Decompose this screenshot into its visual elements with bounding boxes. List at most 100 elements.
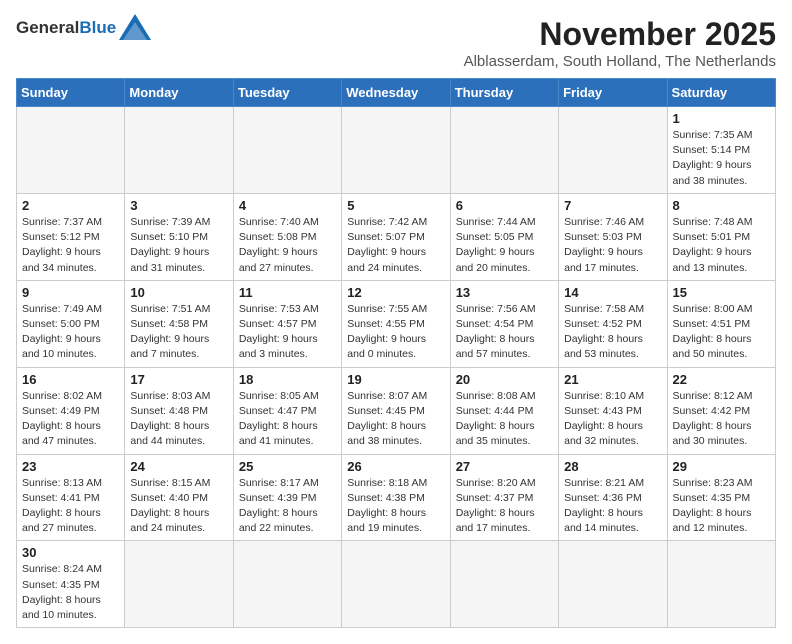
calendar-cell: 5Sunrise: 7:42 AM Sunset: 5:07 PM Daylig…: [342, 193, 450, 280]
calendar-cell: 14 Sunrise: 7:58 AM Sunset: 4:52 PM Dayli…: [559, 280, 667, 367]
day-info: Sunrise: 8:08 AM Sunset: 4:44 PM Dayligh…: [456, 389, 553, 450]
calendar-cell: 19Sunrise: 8:07 AM Sunset: 4:45 PM Dayli…: [342, 367, 450, 454]
calendar-cell: 8 Sunrise: 7:48 AM Sunset: 5:01 PM Daylig…: [667, 193, 775, 280]
logo-icon: [119, 14, 151, 40]
day-info: Sunrise: 7:42 AM Sunset: 5:07 PM Dayligh…: [347, 215, 444, 276]
calendar-cell: 6 Sunrise: 7:44 AM Sunset: 5:05 PM Daylig…: [450, 193, 558, 280]
day-number: 8: [673, 198, 770, 213]
calendar-cell: 11 Sunrise: 7:53 AM Sunset: 4:57 PM Dayli…: [233, 280, 341, 367]
calendar-cell: 20Sunrise: 8:08 AM Sunset: 4:44 PM Dayli…: [450, 367, 558, 454]
calendar-cell: 26Sunrise: 8:18 AM Sunset: 4:38 PM Dayli…: [342, 454, 450, 541]
day-number: 21: [564, 372, 661, 387]
day-info: Sunrise: 8:20 AM Sunset: 4:37 PM Dayligh…: [456, 476, 553, 537]
calendar-cell: [125, 541, 233, 628]
day-info: Sunrise: 7:58 AM Sunset: 4:52 PM Dayligh…: [564, 302, 661, 363]
calendar-cell: 13Sunrise: 7:56 AM Sunset: 4:54 PM Dayli…: [450, 280, 558, 367]
day-info: Sunrise: 7:40 AM Sunset: 5:08 PM Dayligh…: [239, 215, 336, 276]
calendar-cell: 2 Sunrise: 7:37 AM Sunset: 5:12 PM Daylig…: [17, 193, 125, 280]
calendar-cell: 1Sunrise: 7:35 AM Sunset: 5:14 PM Daylig…: [667, 107, 775, 194]
day-info: Sunrise: 8:23 AM Sunset: 4:35 PM Dayligh…: [673, 476, 770, 537]
logo-blue: Blue: [79, 18, 116, 38]
calendar-cell: 25 Sunrise: 8:17 AM Sunset: 4:39 PM Dayli…: [233, 454, 341, 541]
day-number: 26: [347, 459, 444, 474]
day-number: 24: [130, 459, 227, 474]
day-number: 2: [22, 198, 119, 213]
calendar-row-2: 9Sunrise: 7:49 AM Sunset: 5:00 PM Daylig…: [17, 280, 776, 367]
calendar-cell: [667, 541, 775, 628]
day-number: 11: [239, 285, 336, 300]
calendar-cell: 23 Sunrise: 8:13 AM Sunset: 4:41 PM Dayli…: [17, 454, 125, 541]
day-info: Sunrise: 7:55 AM Sunset: 4:55 PM Dayligh…: [347, 302, 444, 363]
day-info: Sunrise: 8:24 AM Sunset: 4:35 PM Dayligh…: [22, 562, 119, 623]
day-info: Sunrise: 8:02 AM Sunset: 4:49 PM Dayligh…: [22, 389, 119, 450]
day-number: 18: [239, 372, 336, 387]
calendar-cell: [233, 107, 341, 194]
day-info: Sunrise: 7:48 AM Sunset: 5:01 PM Dayligh…: [673, 215, 770, 276]
calendar-cell: 12 Sunrise: 7:55 AM Sunset: 4:55 PM Dayli…: [342, 280, 450, 367]
calendar-cell: 17 Sunrise: 8:03 AM Sunset: 4:48 PM Dayli…: [125, 367, 233, 454]
calendar-row-3: 16 Sunrise: 8:02 AM Sunset: 4:49 PM Dayli…: [17, 367, 776, 454]
day-number: 3: [130, 198, 227, 213]
calendar-cell: 30 Sunrise: 8:24 AM Sunset: 4:35 PM Dayli…: [17, 541, 125, 628]
calendar-cell: [559, 541, 667, 628]
calendar-cell: 9Sunrise: 7:49 AM Sunset: 5:00 PM Daylig…: [17, 280, 125, 367]
calendar-cell: 18 Sunrise: 8:05 AM Sunset: 4:47 PM Dayli…: [233, 367, 341, 454]
day-info: Sunrise: 8:12 AM Sunset: 4:42 PM Dayligh…: [673, 389, 770, 450]
calendar-cell: 29 Sunrise: 8:23 AM Sunset: 4:35 PM Dayli…: [667, 454, 775, 541]
calendar-cell: 4Sunrise: 7:40 AM Sunset: 5:08 PM Daylig…: [233, 193, 341, 280]
header-monday: Monday: [125, 79, 233, 107]
day-info: Sunrise: 7:53 AM Sunset: 4:57 PM Dayligh…: [239, 302, 336, 363]
day-info: Sunrise: 8:03 AM Sunset: 4:48 PM Dayligh…: [130, 389, 227, 450]
calendar-cell: 28Sunrise: 8:21 AM Sunset: 4:36 PM Dayli…: [559, 454, 667, 541]
day-info: Sunrise: 7:44 AM Sunset: 5:05 PM Dayligh…: [456, 215, 553, 276]
weekday-header-row: Sunday Monday Tuesday Wednesday Thursday…: [17, 79, 776, 107]
calendar-cell: [559, 107, 667, 194]
day-number: 29: [673, 459, 770, 474]
calendar-row-4: 23 Sunrise: 8:13 AM Sunset: 4:41 PM Dayli…: [17, 454, 776, 541]
day-number: 22: [673, 372, 770, 387]
header-thursday: Thursday: [450, 79, 558, 107]
day-info: Sunrise: 8:07 AM Sunset: 4:45 PM Dayligh…: [347, 389, 444, 450]
calendar-cell: 22 Sunrise: 8:12 AM Sunset: 4:42 PM Dayli…: [667, 367, 775, 454]
calendar-cell: 15 Sunrise: 8:00 AM Sunset: 4:51 PM Dayli…: [667, 280, 775, 367]
calendar-cell: 10 Sunrise: 7:51 AM Sunset: 4:58 PM Dayli…: [125, 280, 233, 367]
calendar-cell: 3 Sunrise: 7:39 AM Sunset: 5:10 PM Daylig…: [125, 193, 233, 280]
calendar-cell: [342, 541, 450, 628]
header-sunday: Sunday: [17, 79, 125, 107]
day-info: Sunrise: 8:15 AM Sunset: 4:40 PM Dayligh…: [130, 476, 227, 537]
header: General Blue November 2025 Alblasserdam,…: [16, 16, 776, 70]
calendar-cell: [450, 541, 558, 628]
day-number: 15: [673, 285, 770, 300]
day-info: Sunrise: 8:13 AM Sunset: 4:41 PM Dayligh…: [22, 476, 119, 537]
calendar-cell: 27 Sunrise: 8:20 AM Sunset: 4:37 PM Dayli…: [450, 454, 558, 541]
day-info: Sunrise: 7:39 AM Sunset: 5:10 PM Dayligh…: [130, 215, 227, 276]
day-number: 23: [22, 459, 119, 474]
calendar-cell: 16 Sunrise: 8:02 AM Sunset: 4:49 PM Dayli…: [17, 367, 125, 454]
day-number: 30: [22, 545, 119, 560]
day-number: 9: [22, 285, 119, 300]
day-info: Sunrise: 8:10 AM Sunset: 4:43 PM Dayligh…: [564, 389, 661, 450]
calendar-cell: 21 Sunrise: 8:10 AM Sunset: 4:43 PM Dayli…: [559, 367, 667, 454]
calendar-cell: [342, 107, 450, 194]
day-number: 6: [456, 198, 553, 213]
month-year-title: November 2025: [464, 16, 776, 53]
day-info: Sunrise: 8:00 AM Sunset: 4:51 PM Dayligh…: [673, 302, 770, 363]
day-number: 12: [347, 285, 444, 300]
day-number: 14: [564, 285, 661, 300]
logo-general: General: [16, 18, 79, 38]
day-info: Sunrise: 8:05 AM Sunset: 4:47 PM Dayligh…: [239, 389, 336, 450]
day-info: Sunrise: 7:51 AM Sunset: 4:58 PM Dayligh…: [130, 302, 227, 363]
day-number: 17: [130, 372, 227, 387]
day-number: 16: [22, 372, 119, 387]
day-info: Sunrise: 7:37 AM Sunset: 5:12 PM Dayligh…: [22, 215, 119, 276]
calendar-row-5: 30 Sunrise: 8:24 AM Sunset: 4:35 PM Dayli…: [17, 541, 776, 628]
title-area: November 2025 Alblasserdam, South Hollan…: [464, 16, 776, 70]
calendar-cell: [450, 107, 558, 194]
logo-text-area: General Blue: [16, 16, 151, 40]
day-info: Sunrise: 8:21 AM Sunset: 4:36 PM Dayligh…: [564, 476, 661, 537]
day-number: 25: [239, 459, 336, 474]
header-wednesday: Wednesday: [342, 79, 450, 107]
day-number: 10: [130, 285, 227, 300]
day-number: 27: [456, 459, 553, 474]
day-info: Sunrise: 8:17 AM Sunset: 4:39 PM Dayligh…: [239, 476, 336, 537]
